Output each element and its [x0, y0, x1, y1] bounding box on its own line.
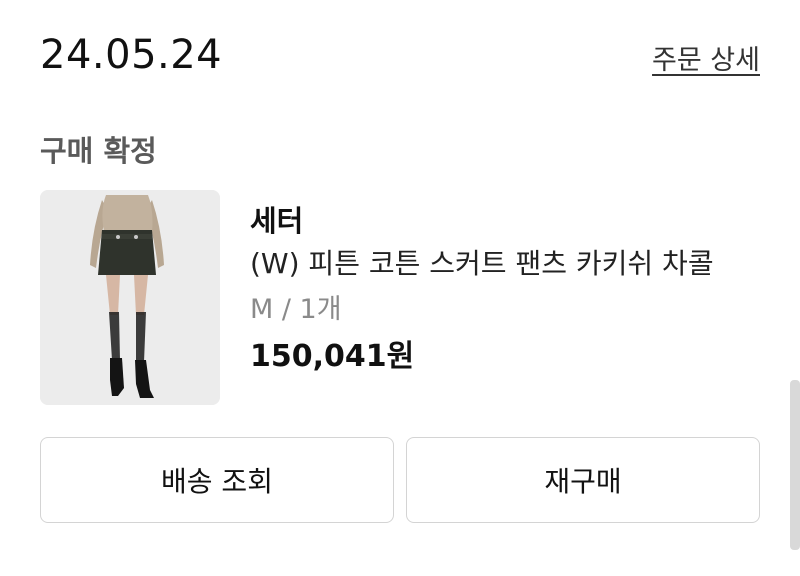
scrollbar[interactable]: [790, 380, 800, 550]
product-info: 세터 (W) 피튼 코튼 스커트 팬츠 카키쉬 차콜 M / 1개 150,04…: [250, 200, 770, 380]
reorder-button[interactable]: 재구매: [406, 437, 760, 523]
order-date: 24.05.24: [40, 32, 223, 78]
product-option: M / 1개: [250, 294, 342, 325]
product-photo-illustration: [40, 190, 220, 405]
order-status: 구매 확정: [40, 134, 157, 168]
order-detail-link[interactable]: 주문 상세: [652, 38, 760, 77]
product-price: 150,041원: [250, 339, 415, 374]
product-image[interactable]: [40, 190, 220, 405]
product-name[interactable]: (W) 피튼 코튼 스커트 팬츠 카키쉬 차콜: [250, 242, 770, 286]
brand-name[interactable]: 세터: [250, 200, 770, 242]
track-delivery-button[interactable]: 배송 조회: [40, 437, 394, 523]
